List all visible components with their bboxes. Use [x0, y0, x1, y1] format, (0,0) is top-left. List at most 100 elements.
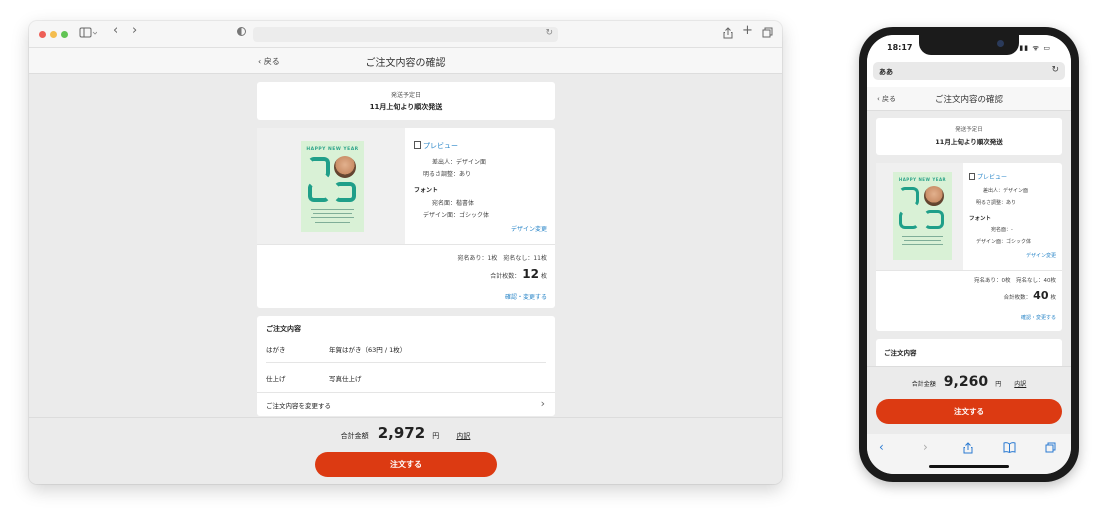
phone-design-font-setting: デザイン面：ゴシック体 — [976, 239, 1032, 245]
privacy-shield-icon — [237, 27, 246, 36]
phone-brightness-setting: 明るさ調整：あり — [976, 200, 1017, 206]
phone-order-footer: 合計金額 9,260 円 内訳 注文する — [867, 366, 1071, 434]
card-greeting: HAPPY NEW YEAR — [306, 147, 359, 152]
phone-total-sheets: 合計枚数： 40 枚 — [1004, 289, 1056, 302]
sender-setting: 差出人：デザイン面 — [432, 159, 487, 166]
address-counts: 宛名あり：1枚 宛名なし：11枚 — [457, 255, 547, 262]
home-indicator — [929, 465, 1009, 468]
new-year-card-image[interactable]: HAPPY NEW YEAR — [301, 141, 364, 232]
tabs-overview-icon[interactable] — [1045, 442, 1056, 456]
address-font-setting: 宛名面：楷書体 — [432, 200, 475, 207]
preview-icon — [969, 173, 975, 180]
reload-icon[interactable]: ↻ — [1051, 65, 1059, 75]
total-sheets-value: 12 — [522, 267, 539, 281]
phone-page-title: ご注文内容の確認 — [934, 95, 1003, 105]
change-order-link[interactable]: ご注文内容を変更する — [266, 400, 331, 410]
phone-new-year-card-image[interactable]: HAPPY NEW YEAR — [893, 172, 952, 260]
change-design-link[interactable]: デザイン変更 — [511, 224, 547, 233]
phone-design-card: HAPPY NEW YEAR プレビュー 差出人：デザイン面 明るさ調整：あり … — [876, 163, 1062, 331]
bookmarks-icon[interactable] — [1003, 442, 1016, 456]
phone-card-thumbnail-area: HAPPY NEW YEAR — [876, 163, 963, 270]
sidebar-icon[interactable] — [79, 27, 98, 43]
phone-confirm-change-link[interactable]: 確認・変更する — [1021, 314, 1056, 321]
share-icon[interactable] — [723, 27, 733, 43]
phone-address-counts: 宛名あり：0枚 宛名なし：40枚 — [974, 278, 1056, 284]
share-icon[interactable] — [963, 442, 973, 457]
phone-sender-setting: 差出人：デザイン面 — [983, 188, 1029, 194]
phone-shipping-card: 発送予定日 11月上旬より順次発送 — [876, 118, 1062, 155]
phone-notch — [919, 35, 1019, 55]
address-bar[interactable]: ↻ — [253, 27, 558, 42]
page-title: ご注文内容の確認 — [365, 58, 446, 69]
status-time: 18:17 — [887, 43, 913, 52]
minimize-window-button[interactable] — [50, 31, 57, 38]
total-sheets-unit: 枚 — [540, 273, 547, 280]
text-size-button[interactable]: ああ — [879, 67, 893, 77]
phone-order-details-card: ご注文内容 — [876, 339, 1062, 369]
front-camera — [997, 40, 1004, 47]
breakdown-link[interactable]: 内訳 — [456, 432, 470, 440]
order-heading: ご注文内容 — [266, 325, 301, 333]
phone-order-button[interactable]: 注文する — [876, 399, 1062, 424]
phone-order-heading: ご注文内容 — [884, 349, 917, 357]
close-window-button[interactable] — [39, 31, 46, 38]
total-price-label: 合計金額 — [340, 432, 369, 440]
shipping-label: 発送予定日 — [390, 92, 421, 99]
order-button[interactable]: 注文する — [315, 452, 497, 477]
back-arrow-icon[interactable]: ‹ — [113, 24, 118, 38]
tabs-overview-icon[interactable] — [762, 27, 773, 42]
phone-preview-link[interactable]: プレビュー — [969, 172, 1007, 181]
phone-child-photo — [924, 186, 944, 206]
child-photo — [334, 156, 356, 178]
zoom-window-button[interactable] — [61, 31, 68, 38]
status-icons: ▮▮ ᯤ ▭ — [1019, 44, 1051, 52]
phone-total-price-unit: 円 — [995, 381, 1002, 388]
chevron-right-icon: › — [540, 397, 545, 410]
preview-link[interactable]: プレビュー — [414, 141, 458, 151]
phone-address-font-setting: 宛名面：- — [991, 227, 1013, 233]
new-tab-icon[interactable]: + — [742, 24, 753, 38]
finish-label: 仕上げ — [266, 375, 286, 383]
phone-shipping-label: 発送予定日 — [955, 127, 983, 133]
order-footer: 合計金額 2,972 円 内訳 注文する — [29, 417, 782, 484]
reload-icon[interactable]: ↻ — [545, 28, 553, 38]
year-digit-5 — [334, 182, 356, 202]
safari-bottom-bar: ‹ › — [867, 434, 1071, 474]
confirm-change-link[interactable]: 確認・変更する — [505, 292, 547, 301]
postcard-value: 年賀はがき（63円 / 1枚） — [329, 346, 407, 354]
phone-breakdown-link[interactable]: 内訳 — [1014, 381, 1026, 388]
shipping-card: 発送予定日 11月上旬より順次発送 — [257, 82, 555, 120]
order-details-card: ご注文内容 はがき 年賀はがき（63円 / 1枚） 仕上げ 写真仕上げ ご注文内… — [257, 316, 555, 416]
phone-card-greeting: HAPPY NEW YEAR — [898, 177, 947, 182]
total-price: 合計金額 2,972 円 内訳 — [29, 423, 782, 442]
total-sheets-label: 合計枚数： — [490, 273, 521, 280]
brightness-setting: 明るさ調整：あり — [423, 171, 472, 178]
phone-page-header: ‹ 戻る ご注文内容の確認 — [867, 87, 1071, 111]
phone-preview-label: プレビュー — [977, 174, 1008, 181]
shipping-date: 11月上旬より順次発送 — [369, 103, 443, 111]
desktop-browser-window: ‹ › ↻ + ‹ 戻る ご注文内容の確認 発送予定日 11月上旬より順次発送 … — [29, 21, 782, 484]
phone-total-price: 合計金額 9,260 円 内訳 — [867, 371, 1071, 390]
phone-total-sheets-value: 40 — [1033, 289, 1049, 302]
forward-arrow-icon[interactable]: › — [132, 24, 137, 38]
finish-value: 写真仕上げ — [329, 375, 362, 383]
phone-address-bar[interactable]: ああ ↻ — [867, 59, 1071, 87]
year-digit-2b — [308, 182, 330, 202]
total-sheets: 合計枚数： 12 枚 — [490, 267, 547, 281]
preview-label: プレビュー — [423, 142, 458, 150]
phone-font-heading: フォント — [969, 216, 992, 222]
card-thumbnail-area: HAPPY NEW YEAR — [257, 128, 405, 244]
design-font-setting: デザイン面：ゴシック体 — [423, 212, 490, 219]
phone-total-price-label: 合計金額 — [911, 381, 936, 388]
page-header: ‹ 戻る ご注文内容の確認 — [29, 48, 782, 74]
total-price-value: 2,972 — [377, 424, 426, 442]
design-card: HAPPY NEW YEAR プレビュー 差出人：デザイン面 明るさ調整：あり … — [257, 128, 555, 308]
phone-change-design-link[interactable]: デザイン変更 — [1026, 252, 1056, 259]
phone-total-sheets-unit: 枚 — [1050, 295, 1056, 301]
browser-toolbar: ‹ › ↻ + — [29, 21, 782, 48]
year-digit-2 — [308, 157, 330, 179]
forward-arrow-icon[interactable]: › — [923, 440, 928, 454]
back-arrow-icon[interactable]: ‹ — [879, 440, 884, 454]
font-heading: フォント — [414, 187, 439, 194]
phone-screen: 18:17 ▮▮ ᯤ ▭ ああ ↻ ‹ 戻る ご注文内容の確認 発送予定日 11… — [867, 35, 1071, 474]
